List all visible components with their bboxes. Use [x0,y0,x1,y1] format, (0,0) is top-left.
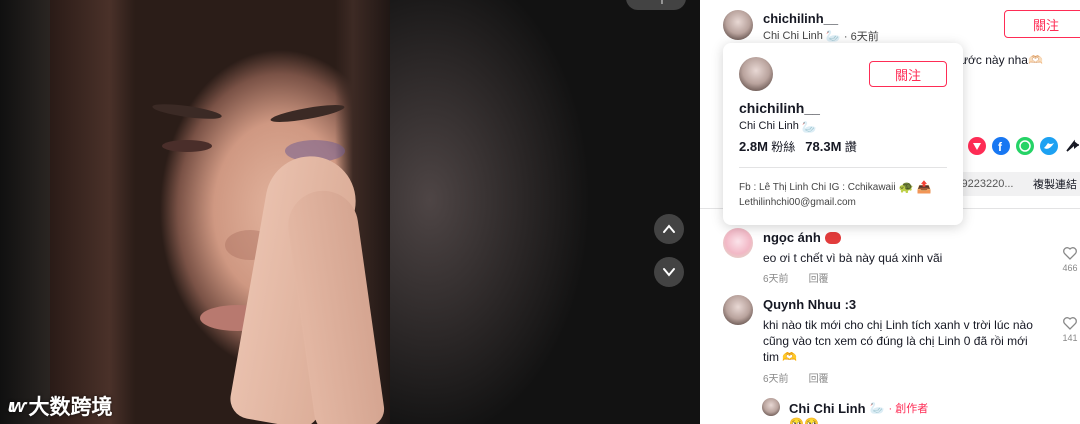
popover-nickname: Chi Chi Linh [739,120,799,132]
commenter-avatar[interactable] [723,228,753,258]
likes-stat: 78.3M 讚 [805,138,857,155]
embed-icon[interactable] [968,137,986,155]
followers-label: 粉絲 [771,140,796,154]
creator-name-text[interactable]: Chi Chi Linh [789,401,866,416]
creator-badge: · 創作者 [888,403,929,415]
followers-count: 2.8M [739,139,768,154]
watermark-text: 大数跨境 [28,396,113,419]
comment-item: Quynh Nhuu :3 khi nào tik mới cho chị Li… [723,295,1078,387]
comment-time: 6天前 [763,274,789,285]
like-count: 466 [1062,263,1078,273]
popover-bio-line: Fb : Lê Thị Linh Chi IG : Cchikawaii 🐢 📤 [739,180,932,194]
facebook-icon[interactable]: f [992,137,1010,155]
creator-reply-text: 🥺🥺 [789,417,819,424]
popover-bio-email: Lethilinhchi00@gmail.com [739,197,856,208]
popover-stats: 2.8M 粉絲 78.3M 讚 [739,138,857,155]
share-row: f [968,137,1080,155]
popover-bio-emojis: 🐢 📤 [898,180,932,194]
video-blur-left [0,0,50,424]
chevron-down-icon [663,268,675,277]
more-share-icon[interactable] [1064,137,1080,155]
likes-label: 讚 [844,140,857,154]
popover-username[interactable]: chichilinh__ [739,100,820,116]
comment-time: 6天前 [763,374,789,385]
heart-icon[interactable] [1062,315,1078,331]
author-nickname[interactable]: Chi Chi Linh [763,30,823,42]
watermark: ɩⱳ 大数跨境 [8,391,112,421]
brow-left [151,101,223,122]
reply-button[interactable]: 回覆 [809,270,829,285]
svg-text:f: f [998,140,1003,154]
commenter-name-text[interactable]: ngọc ánh [763,230,821,245]
followers-stat: 2.8M 粉絲 [739,138,795,155]
comment-like[interactable]: 466 [1058,245,1080,273]
video-frame[interactable] [50,0,390,424]
hair-left [50,0,135,424]
like-count: 141 [1062,333,1078,343]
likes-count: 78.3M [805,139,842,154]
comment-like[interactable]: 141 [1058,315,1080,343]
next-video-button[interactable] [654,257,684,287]
previous-video-button[interactable] [654,214,684,244]
copy-link-button[interactable]: 複製連結 [1020,172,1080,196]
popover-avatar[interactable] [739,57,773,91]
comment-text: khi nào tik mới cho chị Linh tích xanh v… [763,318,1033,364]
creator-name-emoji: 🦢 [869,401,885,415]
popover-divider [739,167,947,168]
comment-meta: 6天前 回覆 [763,270,829,285]
author-username[interactable]: chichilinh__ [763,11,838,26]
creator-name[interactable]: Chi Chi Linh 🦢 · 創作者 [789,400,928,416]
follow-button[interactable]: 關注 [1004,10,1080,38]
popover-nickname-emoji: 🦢 [801,120,817,134]
twitter-icon[interactable] [1040,137,1058,155]
author-avatar[interactable] [723,10,753,40]
heart-icon[interactable] [1062,245,1078,261]
commenter-name-text[interactable]: Quynh Nhuu :3 [763,297,856,312]
popover-bio-text: Fb : Lê Thị Linh Chi IG : Cchikawaii [739,181,896,193]
comment-item: ngọc ánh eo ơi t chết vì bà này quá xinh… [723,228,1078,288]
creator-avatar[interactable] [762,398,780,416]
comment-text: eo ơi t chết vì bà này quá xinh vãi [763,251,943,265]
creator-reply: Chi Chi Linh 🦢 · 創作者 🥺🥺 [762,396,1062,424]
popover-nickname-row: Chi Chi Linh 🦢 [739,120,817,134]
lips-emoji-icon [824,231,841,244]
post-time: · 6天前 [843,31,879,43]
profile-popover: 關注 chichilinh__ Chi Chi Linh 🦢 2.8M 粉絲 7… [723,43,963,225]
eye-left [162,140,212,152]
commenter-avatar[interactable] [723,295,753,325]
video-top-pill[interactable]: 一个 [626,0,686,10]
video-blur-right [390,0,700,424]
popover-follow-button[interactable]: 關注 [869,61,947,87]
commenter-name[interactable]: Quynh Nhuu :3 [763,297,856,312]
commenter-name[interactable]: ngọc ánh [763,230,841,245]
video-description: ước này nha🫶🏻 [960,53,1043,67]
chevron-up-icon [663,224,675,233]
author-nickname-emoji: 🦢 [825,29,841,43]
whatsapp-icon[interactable] [1016,137,1034,155]
author-subline: Chi Chi Linh 🦢 · 6天前 [763,28,879,44]
video-link-field[interactable]: 9223220... [955,172,1020,196]
reply-button[interactable]: 回覆 [809,370,829,385]
comment-meta: 6天前 回覆 [763,370,829,385]
tiktok-video-page: 一个 ɩⱳ 大数跨境 chichilinh__ Chi Chi Linh 🦢 ·… [0,0,1080,424]
video-player[interactable]: 一个 ɩⱳ 大数跨境 [0,0,700,424]
watermark-logo: ɩⱳ [8,395,27,416]
